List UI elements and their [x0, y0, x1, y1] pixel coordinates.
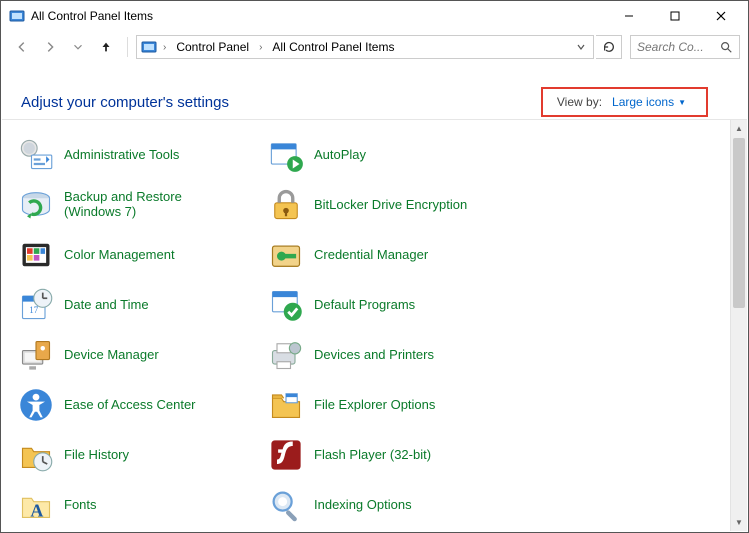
item-indexing-options[interactable]: Indexing Options: [268, 480, 518, 530]
item-label: Backup and Restore (Windows 7): [64, 190, 224, 220]
item-label: Devices and Printers: [314, 348, 434, 363]
item-label: Flash Player (32-bit): [314, 448, 431, 463]
item-label: Date and Time: [64, 298, 149, 313]
chevron-right-icon[interactable]: ›: [161, 42, 168, 53]
items-grid: Administrative Tools AutoPlay Backup and…: [2, 120, 730, 531]
item-default-programs[interactable]: Default Programs: [268, 280, 518, 330]
item-backup-restore[interactable]: Backup and Restore (Windows 7): [18, 180, 268, 230]
item-file-explorer-options[interactable]: File Explorer Options: [268, 380, 518, 430]
item-ease-of-access[interactable]: Ease of Access Center: [18, 380, 268, 430]
search-placeholder: Search Co...: [637, 40, 715, 54]
maximize-button[interactable]: [652, 1, 698, 31]
scroll-thumb[interactable]: [733, 138, 745, 308]
item-label: BitLocker Drive Encryption: [314, 198, 467, 213]
refresh-button[interactable]: [596, 35, 622, 59]
back-button[interactable]: [9, 34, 35, 60]
item-flash-player[interactable]: Flash Player (32-bit): [268, 430, 518, 480]
address-dropdown[interactable]: [573, 42, 589, 52]
view-by-highlight: View by: Large icons ▼: [541, 87, 708, 117]
view-by-label: View by:: [557, 95, 602, 109]
fonts-icon: A: [18, 487, 54, 523]
item-color-management[interactable]: Color Management: [18, 230, 268, 280]
ease-of-access-icon: [18, 387, 54, 423]
item-label: Fonts: [64, 498, 97, 513]
search-input[interactable]: Search Co...: [630, 35, 740, 59]
view-by-value: Large icons: [612, 95, 674, 109]
search-icon: [719, 40, 733, 54]
breadcrumb-root[interactable]: Control Panel: [172, 38, 253, 56]
item-bitlocker[interactable]: BitLocker Drive Encryption: [268, 180, 518, 230]
devices-printers-icon: [268, 337, 304, 373]
item-label: Device Manager: [64, 348, 159, 363]
date-time-icon: 17: [18, 287, 54, 323]
close-button[interactable]: [698, 1, 744, 31]
item-label: Indexing Options: [314, 498, 412, 513]
minimize-button[interactable]: [606, 1, 652, 31]
item-label: File Explorer Options: [314, 398, 435, 413]
page-title: Adjust your computer's settings: [21, 94, 229, 111]
control-panel-icon: [9, 8, 25, 24]
item-label: Default Programs: [314, 298, 415, 313]
address-bar[interactable]: › Control Panel › All Control Panel Item…: [136, 35, 594, 59]
item-fonts[interactable]: A Fonts: [18, 480, 268, 530]
flash-player-icon: [268, 437, 304, 473]
item-label: Color Management: [64, 248, 175, 263]
separator: [127, 37, 128, 57]
scroll-up-button[interactable]: ▲: [731, 120, 747, 137]
up-button[interactable]: [93, 34, 119, 60]
recent-dropdown[interactable]: [65, 34, 91, 60]
item-administrative-tools[interactable]: Administrative Tools: [18, 130, 268, 180]
item-date-time[interactable]: 17 Date and Time: [18, 280, 268, 330]
window-title: All Control Panel Items: [31, 9, 153, 23]
item-device-manager[interactable]: Device Manager: [18, 330, 268, 380]
item-file-history[interactable]: File History: [18, 430, 268, 480]
content-header: Adjust your computer's settings View by:…: [1, 63, 748, 127]
title-bar: All Control Panel Items: [1, 1, 748, 31]
item-label: AutoPlay: [314, 148, 366, 163]
svg-text:17: 17: [29, 305, 39, 315]
content-area: Administrative Tools AutoPlay Backup and…: [2, 119, 747, 531]
backup-restore-icon: [18, 187, 54, 223]
administrative-tools-icon: [18, 137, 54, 173]
forward-button[interactable]: [37, 34, 63, 60]
device-manager-icon: [18, 337, 54, 373]
file-explorer-options-icon: [268, 387, 304, 423]
view-by-dropdown[interactable]: Large icons ▼: [612, 95, 686, 109]
chevron-right-icon[interactable]: ›: [257, 42, 264, 53]
item-label: File History: [64, 448, 129, 463]
bitlocker-icon: [268, 187, 304, 223]
file-history-icon: [18, 437, 54, 473]
scroll-down-button[interactable]: ▼: [731, 514, 747, 531]
item-label: Ease of Access Center: [64, 398, 196, 413]
color-management-icon: [18, 237, 54, 273]
vertical-scrollbar[interactable]: ▲ ▼: [730, 120, 747, 531]
default-programs-icon: [268, 287, 304, 323]
item-devices-printers[interactable]: Devices and Printers: [268, 330, 518, 380]
control-panel-icon: [141, 39, 157, 55]
credential-manager-icon: [268, 237, 304, 273]
breadcrumb-leaf[interactable]: All Control Panel Items: [268, 38, 398, 56]
indexing-options-icon: [268, 487, 304, 523]
item-label: Administrative Tools: [64, 148, 179, 163]
item-autoplay[interactable]: AutoPlay: [268, 130, 518, 180]
autoplay-icon: [268, 137, 304, 173]
chevron-down-icon: ▼: [678, 98, 686, 107]
nav-row: › Control Panel › All Control Panel Item…: [1, 31, 748, 63]
item-credential-manager[interactable]: Credential Manager: [268, 230, 518, 280]
svg-text:A: A: [30, 500, 43, 520]
item-label: Credential Manager: [314, 248, 428, 263]
